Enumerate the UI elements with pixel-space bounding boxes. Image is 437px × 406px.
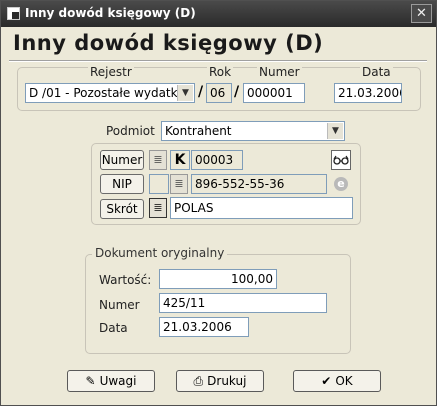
numer-label: Numer (257, 65, 302, 79)
divider (9, 60, 427, 62)
printer-icon: ⎙ (193, 374, 204, 388)
glasses-icon-svg (333, 155, 349, 165)
skrot-field[interactable]: POLAS (170, 197, 353, 219)
drukuj-label: Drukuj (207, 374, 247, 388)
data-field[interactable]: 21.03.2006 (334, 83, 402, 103)
list-icon[interactable]: ≣ (170, 174, 188, 194)
wartosc-label: Wartość: (99, 273, 152, 287)
dialog-window: Inny dowód księgowy (D) ✕ Inny dowód ksi… (0, 0, 437, 406)
ok-button[interactable]: ✔ OK (293, 370, 381, 392)
globe-icon-glyph: e (334, 177, 348, 191)
chevron-down-icon[interactable]: ▼ (177, 85, 193, 101)
wartosc-field[interactable]: 100,00 (159, 269, 277, 289)
close-button[interactable]: ✕ (411, 4, 432, 23)
page-title: Inny dowód księgowy (D) (13, 31, 324, 55)
rok-label: Rok (207, 65, 234, 79)
rejestr-select[interactable]: D /01 - Pozostałe wydatk ▼ (25, 83, 195, 103)
skrot-button[interactable]: Skrót (100, 199, 144, 219)
drukuj-button[interactable]: ⎙ Drukuj (176, 370, 264, 392)
app-icon (7, 7, 20, 20)
podmiot-label: Podmiot (106, 124, 155, 138)
uwagi-button[interactable]: ✎ Uwagi (67, 370, 155, 392)
slash-separator: / (234, 84, 240, 100)
rejestr-label: Rejestr (88, 65, 134, 79)
k-flag: K (170, 150, 190, 170)
numer-field[interactable]: 000001 (243, 83, 305, 103)
data-label: Data (360, 65, 393, 79)
podmiot-select[interactable]: Kontrahent ▼ (161, 121, 345, 141)
dok-data-field[interactable]: 21.03.2006 (159, 317, 249, 337)
slash-separator: / (198, 84, 204, 100)
rok-field: 06 (206, 83, 232, 103)
list-icon[interactable]: ≣ (149, 150, 167, 170)
uwagi-label: Uwagi (99, 374, 137, 388)
podmiot-numer-field: 00003 (191, 150, 243, 170)
nip-prefix-field (149, 174, 169, 194)
dok-numer-label: Numer (99, 298, 140, 312)
ok-label: OK (335, 374, 353, 388)
dokument-legend: Dokument oryginalny (92, 246, 228, 260)
pencil-icon: ✎ (85, 374, 96, 388)
title-bar: Inny dowód księgowy (D) ✕ (1, 1, 436, 27)
list-icon[interactable]: ≣ (149, 198, 167, 218)
glasses-icon[interactable] (331, 150, 351, 170)
check-icon: ✔ (321, 374, 332, 388)
globe-icon[interactable]: e (331, 174, 351, 194)
numer-button[interactable]: Numer (100, 150, 144, 170)
podmiot-select-value: Kontrahent (165, 124, 232, 138)
dok-numer-field[interactable]: 425/11 (159, 293, 327, 313)
nip-field: 896-552-55-36 (191, 174, 327, 194)
nip-button[interactable]: NIP (100, 174, 144, 194)
chevron-down-icon[interactable]: ▼ (327, 123, 343, 139)
rejestr-select-value: D /01 - Pozostałe wydatk (29, 86, 178, 100)
window-title: Inny dowód księgowy (D) (25, 6, 196, 20)
dok-data-label: Data (99, 321, 128, 335)
